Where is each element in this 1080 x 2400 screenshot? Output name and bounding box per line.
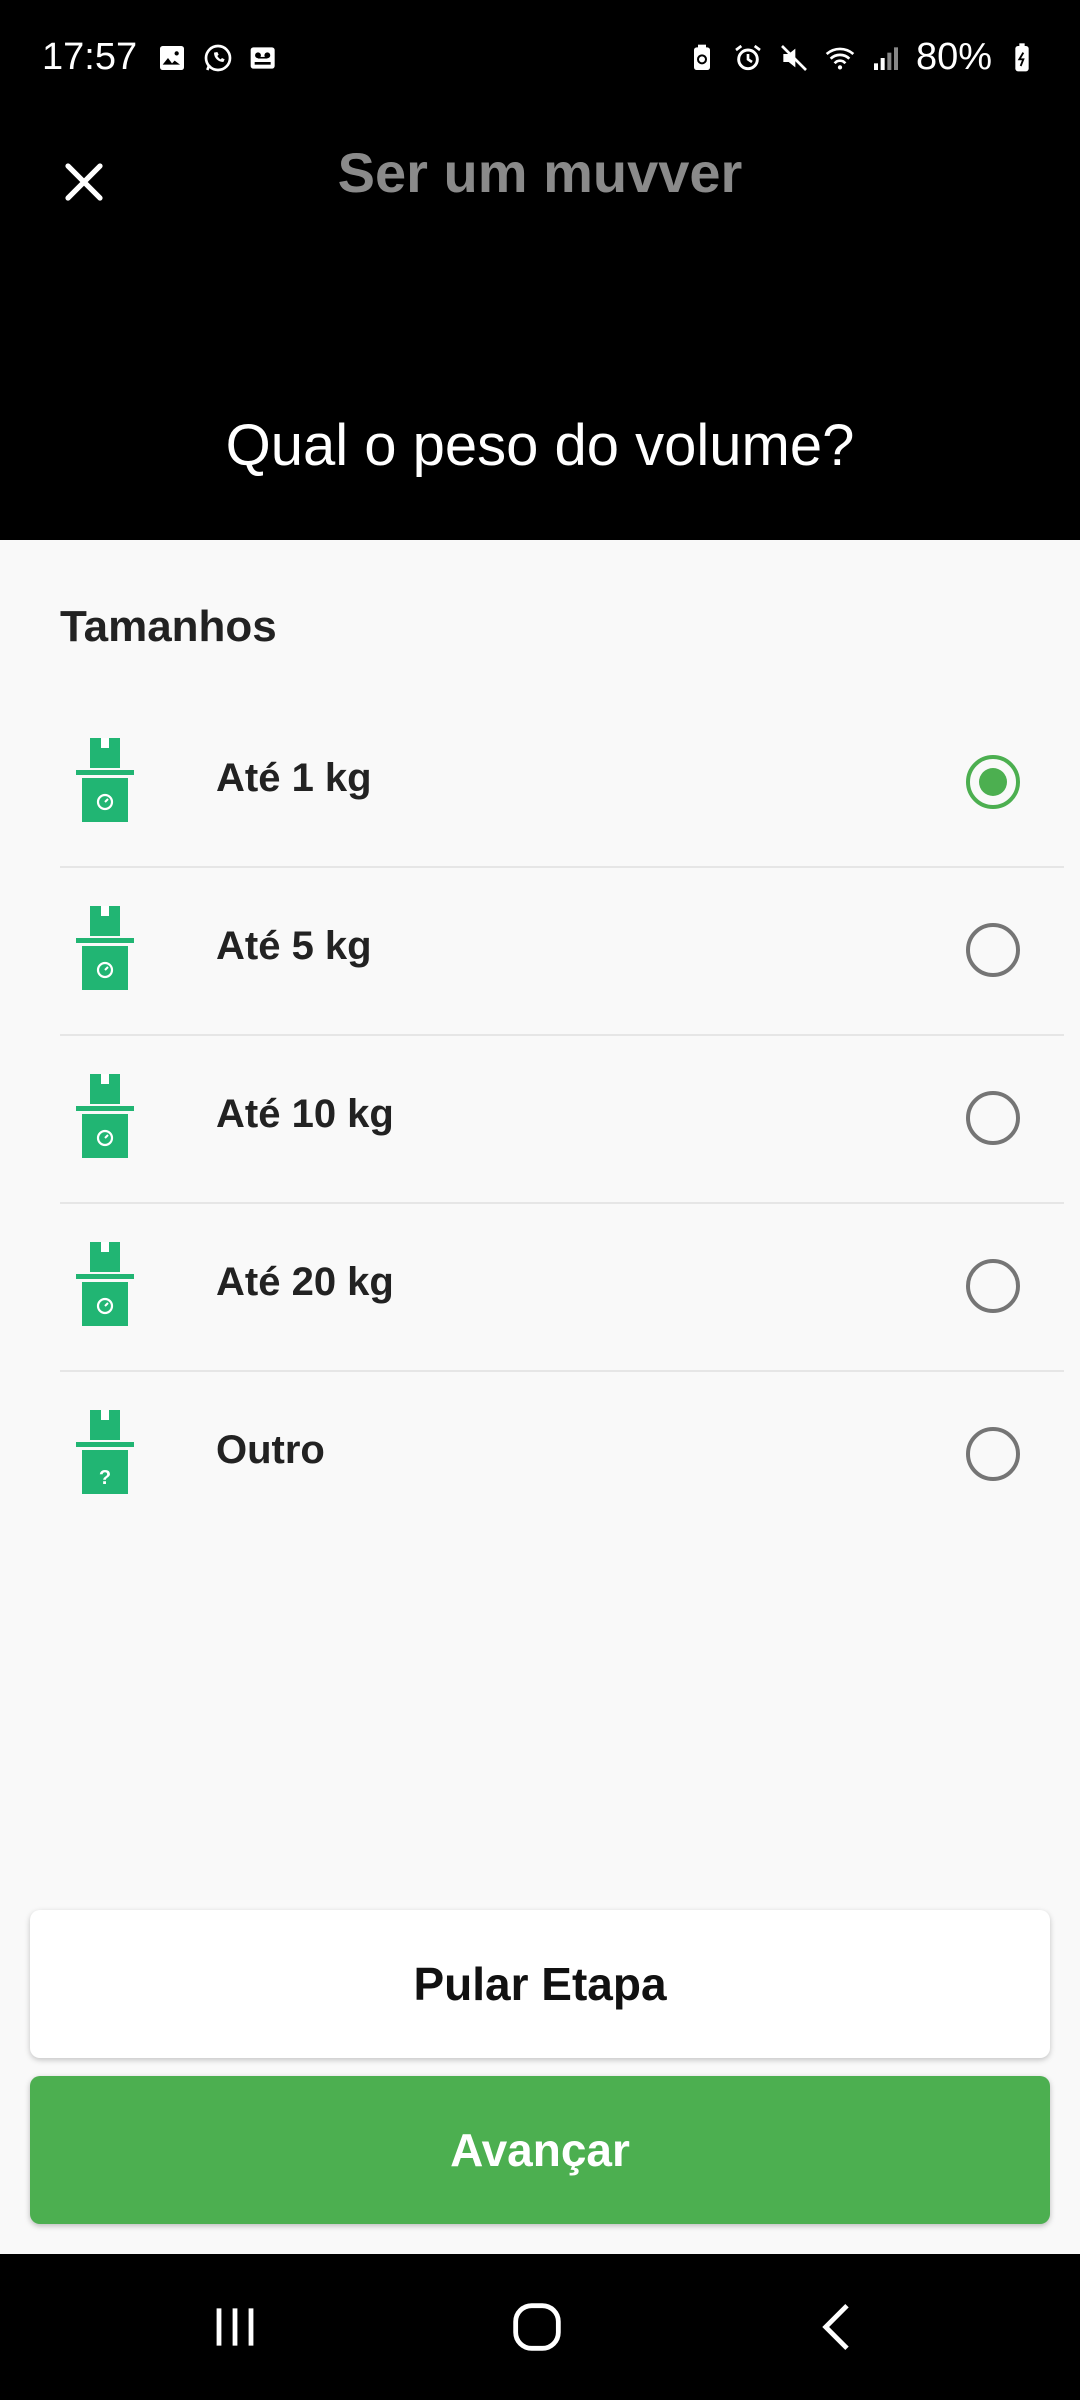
- image-icon: [156, 42, 188, 74]
- recent-apps-icon: [216, 2308, 254, 2346]
- next-button[interactable]: Avançar: [30, 2076, 1050, 2224]
- alarm-icon: [732, 42, 764, 74]
- package-weight-icon: [76, 1074, 134, 1158]
- package-question-icon: ?: [76, 1410, 134, 1494]
- whatsapp-icon: [202, 42, 234, 74]
- home-button[interactable]: [492, 2282, 582, 2372]
- package-weight-icon: [76, 906, 134, 990]
- radio-button[interactable]: [966, 1259, 1020, 1313]
- option-label: Até 1 kg: [216, 756, 372, 800]
- navigation-bar: [0, 2254, 1080, 2400]
- voicemail-icon: [248, 42, 280, 74]
- page-title: Ser um muvver: [337, 141, 743, 204]
- home-icon: [513, 2303, 561, 2351]
- option-20kg[interactable]: Até 20 kg: [60, 1204, 1064, 1372]
- package-weight-icon: [76, 738, 134, 822]
- option-label: Até 5 kg: [216, 924, 372, 968]
- battery-percent: 80%: [915, 36, 992, 78]
- mute-icon: [778, 42, 810, 74]
- notification-icons: [156, 42, 280, 74]
- option-label: Até 10 kg: [216, 1092, 394, 1136]
- option-label: Até 20 kg: [216, 1260, 394, 1304]
- status-bar: 17:57 80%: [0, 0, 1080, 120]
- back-icon: [822, 2303, 849, 2351]
- skip-step-button[interactable]: Pular Etapa: [30, 1910, 1050, 2058]
- status-time: 17:57: [42, 36, 138, 78]
- radio-button[interactable]: [966, 755, 1020, 809]
- weight-options-list: Até 1 kg Até 5 kg Até 10 kg Até 20 kg ? …: [60, 700, 1064, 1540]
- recent-apps-button[interactable]: [190, 2282, 280, 2372]
- battery-icon: [1006, 42, 1038, 74]
- package-weight-icon: [76, 1242, 134, 1326]
- option-5kg[interactable]: Até 5 kg: [60, 868, 1064, 1036]
- radio-button[interactable]: [966, 1091, 1020, 1145]
- option-1kg[interactable]: Até 1 kg: [60, 700, 1064, 868]
- battery-saver-icon: [686, 42, 718, 74]
- question-heading: Qual o peso do volume?: [225, 413, 855, 478]
- radio-button[interactable]: [966, 923, 1020, 977]
- option-label: Outro: [216, 1428, 325, 1472]
- radio-button[interactable]: [966, 1427, 1020, 1481]
- option-other[interactable]: ? Outro: [60, 1372, 1064, 1540]
- header: Ser um muvver Qual o peso do volume?: [0, 120, 1080, 540]
- back-button[interactable]: [794, 2282, 884, 2372]
- wifi-icon: [824, 42, 856, 74]
- signal-icon: [870, 42, 902, 74]
- svg-text:?: ?: [99, 1467, 111, 1489]
- section-title: Tamanhos: [60, 602, 277, 651]
- option-10kg[interactable]: Até 10 kg: [60, 1036, 1064, 1204]
- system-icons: 80%: [686, 36, 1038, 79]
